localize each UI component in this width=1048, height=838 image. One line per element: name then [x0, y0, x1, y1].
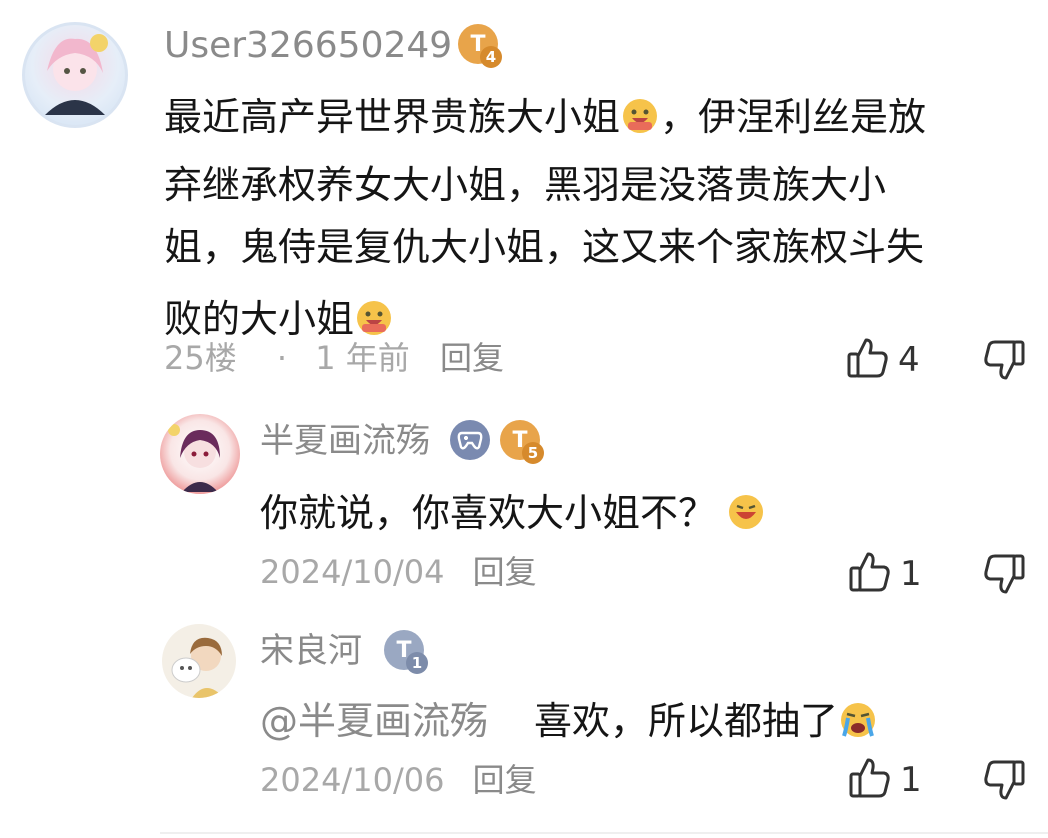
separator: ·	[276, 339, 288, 377]
avatar[interactable]	[162, 624, 236, 698]
like-count: 1	[900, 760, 922, 800]
crying-emoji-icon	[838, 696, 878, 758]
thumbs-down-icon	[982, 338, 1026, 386]
like-button[interactable]: 1	[848, 756, 922, 804]
reply-button[interactable]: 回复	[440, 339, 504, 377]
dislike-button[interactable]	[982, 552, 1026, 600]
date-label: 2024/10/04	[260, 553, 445, 591]
thumbs-up-icon	[846, 336, 890, 384]
dislike-button[interactable]	[982, 338, 1026, 386]
reply-button[interactable]: 回复	[473, 553, 537, 591]
username[interactable]: User326650249	[164, 28, 452, 64]
avatar[interactable]	[160, 414, 240, 494]
avatar[interactable]	[22, 22, 128, 128]
reply-button[interactable]: 回复	[473, 761, 537, 799]
like-button[interactable]: 4	[846, 336, 920, 384]
mention-link[interactable]: @半夏画流殇	[260, 699, 488, 743]
floor-label: 25楼	[164, 339, 237, 377]
reply-text: @半夏画流殇 喜欢，所以都抽了	[260, 690, 1000, 758]
level-badge: T1	[384, 630, 428, 674]
date-label: 2024/10/06	[260, 761, 445, 799]
reply-text: 你就说，你喜欢大小姐不？	[260, 482, 1000, 550]
reply-meta: 2024/10/04 回复	[260, 556, 537, 588]
grinning-emoji-icon	[620, 92, 660, 154]
like-button[interactable]: 1	[848, 550, 922, 598]
divider	[160, 832, 1048, 834]
thumbs-down-icon	[982, 758, 1026, 806]
level-badge: T4	[458, 24, 502, 68]
comment-text: 最近高产异世界贵族大小姐 ，伊涅利丝是放 弃继承权养女大小姐，黑羽是没落贵族大小 …	[164, 86, 1024, 356]
dislike-button[interactable]	[982, 758, 1026, 806]
thumbs-up-icon	[848, 756, 892, 804]
reply-meta: 2024/10/06 回复	[260, 764, 537, 796]
level-badge: T5	[500, 420, 544, 464]
username[interactable]: 宋良河	[260, 634, 362, 668]
game-controller-icon	[450, 420, 490, 460]
thumbs-up-icon	[848, 550, 892, 598]
username[interactable]: 半夏画流殇	[260, 424, 430, 458]
like-count: 4	[898, 340, 920, 380]
time-label: 1 年前	[315, 339, 410, 377]
grinning-emoji-icon	[726, 488, 766, 550]
thumbs-down-icon	[982, 552, 1026, 600]
like-count: 1	[900, 554, 922, 594]
comment-meta: 25楼 · 1 年前 回复	[164, 342, 504, 374]
